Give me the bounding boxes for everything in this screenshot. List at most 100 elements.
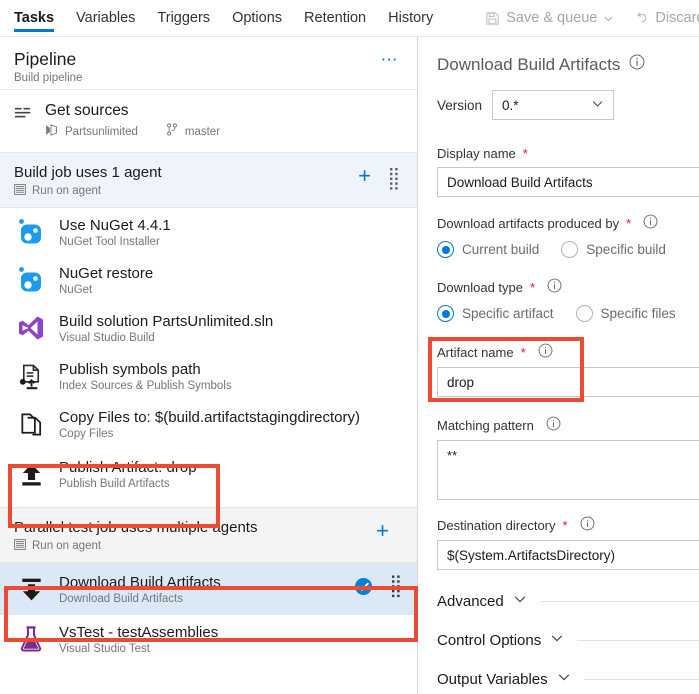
radio-current-build[interactable]: Current build: [437, 241, 539, 258]
section-label: Control Options: [437, 632, 541, 649]
task-name: Download Build Artifacts: [59, 573, 221, 592]
task-row-download-build-artifacts[interactable]: Download Build Artifacts Download Build …: [0, 563, 417, 615]
task-properties-panel: Download Build Artifacts Version 0.* Dis…: [419, 37, 699, 694]
panel-title-label: Download Build Artifacts: [437, 55, 620, 75]
required-marker: *: [563, 518, 568, 533]
task-row-vstest[interactable]: VsTest - testAssemblies Visual Studio Te…: [0, 615, 417, 663]
task-row-publish-symbols[interactable]: Publish symbols path Index Sources & Pub…: [0, 352, 417, 400]
agent-icon: [14, 539, 26, 553]
discard-button[interactable]: Discard: [624, 10, 699, 26]
radio-indicator: [561, 241, 578, 258]
info-icon[interactable]: [629, 54, 645, 75]
task-subtitle: Publish Build Artifacts: [59, 478, 197, 490]
chevron-down-icon[interactable]: [603, 13, 614, 24]
copy-files-icon: [16, 409, 46, 439]
destination-directory-input[interactable]: $(System.ArtifactsDirectory): [437, 540, 699, 570]
save-and-queue-label: Save & queue: [506, 10, 597, 26]
radio-indicator-selected: [437, 305, 454, 322]
section-rule: [540, 601, 699, 602]
required-marker: *: [530, 280, 535, 295]
required-marker: *: [523, 146, 528, 161]
matching-pattern-value: **: [447, 448, 457, 463]
pipeline-header[interactable]: Pipeline Build pipeline ⋯: [0, 37, 417, 90]
publish-artifact-upload-icon: [16, 459, 46, 489]
get-sources-row[interactable]: Get sources Partsunlimited m: [0, 90, 417, 153]
tab-retention[interactable]: Retention: [304, 0, 377, 36]
phase-subtitle-label: Run on agent: [32, 540, 101, 552]
publish-symbols-icon: [16, 361, 46, 391]
matching-pattern-textarea[interactable]: **: [437, 440, 699, 500]
azure-devops-pipeline-editor: Tasks Variables Triggers Options Retenti…: [0, 0, 699, 694]
artifact-name-value: drop: [447, 375, 474, 390]
radio-specific-artifact[interactable]: Specific artifact: [437, 305, 554, 322]
section-advanced[interactable]: Advanced: [437, 592, 699, 611]
task-row-nuget-restore[interactable]: NuGet restore NuGet: [0, 256, 417, 304]
radio-label: Specific files: [601, 306, 676, 321]
radio-specific-files[interactable]: Specific files: [576, 305, 676, 322]
destination-directory-value: $(System.ArtifactsDirectory): [447, 548, 615, 563]
download-type-label-text: Download type: [437, 280, 523, 295]
tab-label: Triggers: [157, 10, 210, 26]
section-output-variables[interactable]: Output Variables: [437, 670, 699, 689]
drag-handle-icon[interactable]: [392, 576, 401, 603]
radio-indicator-selected: [437, 241, 454, 258]
sources-icon: [14, 106, 33, 128]
task-name: VsTest - testAssemblies: [59, 623, 218, 642]
top-tab-bar: Tasks Variables Triggers Options Retenti…: [0, 0, 699, 37]
tab-label: Options: [232, 10, 282, 26]
tab-list: Tasks Variables Triggers Options Retenti…: [0, 0, 455, 36]
check-circle-icon: [354, 577, 373, 601]
task-row-use-nuget[interactable]: Use NuGet 4.4.1 NuGet Tool Installer: [0, 208, 417, 256]
radio-specific-build[interactable]: Specific build: [561, 241, 666, 258]
radio-label: Specific build: [586, 242, 666, 257]
pipeline-task-list-panel: Pipeline Build pipeline ⋯ Get sources: [0, 37, 418, 694]
matching-pattern-label-text: Matching pattern: [437, 418, 534, 433]
task-row-build-solution[interactable]: Build solution PartsUnlimited.sln Visual…: [0, 304, 417, 352]
section-control-options[interactable]: Control Options: [437, 631, 699, 650]
task-row-copy-files[interactable]: Copy Files to: $(build.artifactstagingdi…: [0, 400, 417, 448]
download-type-radio-group: Specific artifact Specific files: [437, 305, 699, 322]
phase-subtitle: Run on agent: [14, 539, 417, 553]
tab-options[interactable]: Options: [232, 0, 293, 36]
drag-handle-icon[interactable]: [390, 168, 399, 195]
agent-icon: [14, 184, 26, 198]
artifact-name-input[interactable]: drop: [437, 367, 699, 397]
tab-history[interactable]: History: [388, 0, 444, 36]
phase-subtitle: Run on agent: [14, 184, 417, 198]
info-icon[interactable]: [546, 416, 561, 434]
version-dropdown[interactable]: 0.*: [492, 90, 614, 120]
phase-title: Build job uses 1 agent: [14, 163, 417, 182]
repository-name: Partsunlimited: [65, 126, 138, 138]
tab-tasks[interactable]: Tasks: [14, 0, 65, 36]
phase-header-build-job[interactable]: Build job uses 1 agent Run on agent +: [0, 153, 417, 208]
info-icon[interactable]: [643, 214, 658, 232]
tab-label: Tasks: [14, 10, 54, 26]
display-name-input[interactable]: Download Build Artifacts: [437, 167, 699, 197]
version-value: 0.*: [502, 98, 519, 113]
section-rule: [577, 640, 699, 641]
artifact-name-label: Artifact name *: [437, 343, 699, 361]
info-icon[interactable]: [538, 343, 553, 361]
panel-title: Download Build Artifacts: [437, 54, 699, 75]
task-name: Use NuGet 4.4.1: [59, 216, 171, 235]
task-name: Publish symbols path: [59, 360, 232, 379]
info-icon[interactable]: [547, 278, 562, 296]
tab-triggers[interactable]: Triggers: [157, 0, 221, 36]
tab-label: History: [388, 10, 433, 26]
phase-header-parallel-test-job[interactable]: Parallel test job uses multiple agents R…: [0, 507, 417, 563]
tab-variables[interactable]: Variables: [76, 0, 146, 36]
task-subtitle: Visual Studio Build: [59, 332, 273, 344]
undo-arrow-icon: [634, 11, 649, 26]
save-disk-icon: [485, 11, 500, 26]
save-and-queue-button[interactable]: Save & queue: [475, 10, 624, 26]
info-icon[interactable]: [580, 516, 595, 534]
ellipsis-icon[interactable]: ⋯: [381, 55, 400, 65]
plus-icon[interactable]: +: [358, 167, 371, 185]
radio-label: Specific artifact: [462, 306, 554, 321]
plus-icon[interactable]: +: [376, 522, 389, 540]
branch-icon: [166, 123, 178, 141]
phase-subtitle-label: Run on agent: [32, 185, 101, 197]
task-row-publish-artifact[interactable]: Publish Artifact: drop Publish Build Art…: [0, 448, 417, 500]
task-subtitle: Visual Studio Test: [59, 643, 218, 655]
discard-label: Discard: [655, 10, 699, 26]
